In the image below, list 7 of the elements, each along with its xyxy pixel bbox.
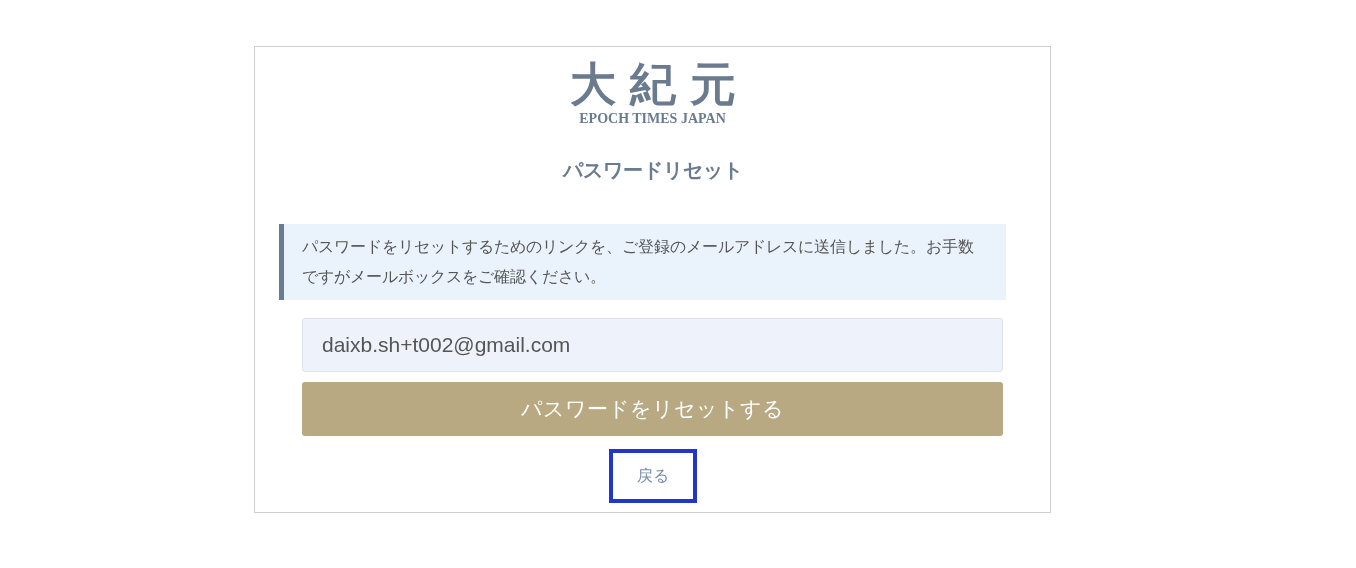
email-field[interactable]: daixb.sh+t002@gmail.com: [302, 318, 1003, 372]
page-title: パスワードリセット: [562, 158, 743, 183]
logo-mark: 大紀元: [568, 59, 750, 109]
reset-password-button[interactable]: パスワードをリセットする: [302, 382, 1003, 436]
notice-panel: パスワードをリセットするためのリンクを、ご登録のメールアドレスに送信しました。お手数ですがメールボックスをご確認ください。: [279, 224, 1006, 300]
back-link[interactable]: 戻る: [608, 449, 697, 503]
logo-subtitle: EPOCH TIMES JAPAN: [579, 111, 726, 127]
